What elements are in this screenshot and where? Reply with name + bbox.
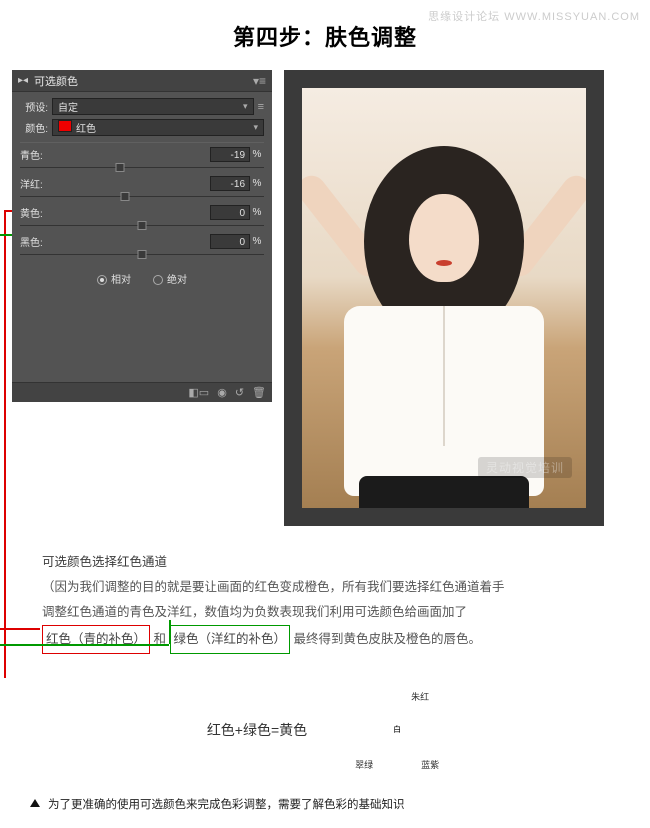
slider-row: 洋红: -16 %: [20, 176, 264, 202]
triangle-icon: [30, 799, 40, 807]
panel-footer: ◧▭ ◉ ↺ 🗑: [12, 382, 272, 402]
slider-thumb[interactable]: [138, 250, 147, 259]
radio-absolute[interactable]: 绝对: [153, 271, 187, 286]
footer-text: 为了更准确的使用可选颜色来完成色彩调整，需要了解色彩的基础知识: [48, 799, 405, 811]
panel-header: ▸◂ 可选颜色 ▾≡: [12, 70, 272, 92]
percent-label: %: [250, 149, 264, 160]
venn-label-white: 白: [393, 724, 401, 735]
photo-watermark: 灵动视觉培训: [478, 457, 572, 478]
trash-icon[interactable]: 🗑: [252, 386, 266, 399]
slider-value[interactable]: 0: [210, 234, 250, 249]
radio-relative-label: 相对: [111, 275, 131, 286]
top-watermark: 思缘设计论坛 WWW.MISSYUAN.COM: [428, 8, 640, 24]
rgb-venn-diagram: 朱红 翠绿 蓝紫 白: [357, 692, 443, 768]
slider-track[interactable]: [20, 162, 264, 173]
panel-body: 预设: 自定 ▾ ≡ 颜色: 红色 ▾ 青色: -19 %: [12, 92, 272, 298]
panel-menu-icon[interactable]: ▾≡: [253, 74, 266, 88]
color-equation: 红色+绿色=黄色: [207, 720, 307, 740]
preset-select[interactable]: 自定 ▾: [52, 98, 254, 115]
preset-label: 预设:: [20, 99, 48, 114]
red-complement-box: 红色（青的补色）: [42, 625, 150, 654]
radio-relative[interactable]: 相对: [97, 271, 131, 286]
color-select[interactable]: 红色 ▾: [52, 119, 264, 136]
footer-note: 为了更准确的使用可选颜色来完成色彩调整，需要了解色彩的基础知识: [0, 790, 650, 828]
desc-tail: 最终得到黄色皮肤及橙色的唇色。: [294, 632, 482, 646]
color-value: 红色: [76, 124, 96, 135]
slider-label: 黑色:: [20, 234, 210, 249]
venn-label-green: 翠绿: [355, 758, 373, 771]
desc-line-3: 调整红色通道的青色及洋红，数值均为负数表现我们利用可选颜色给画面加了: [42, 600, 608, 625]
chevron-down-icon: ▾: [243, 101, 248, 112]
photo-frame: 灵动视觉培训: [284, 70, 604, 526]
slider-track[interactable]: [20, 220, 264, 231]
slider-thumb[interactable]: [138, 221, 147, 230]
slider-label: 青色:: [20, 147, 210, 162]
preset-menu-icon[interactable]: ≡: [258, 101, 264, 113]
venn-label-red: 朱红: [411, 690, 429, 703]
slider-value[interactable]: 0: [210, 205, 250, 220]
desc-line-4: 红色（青的补色） 和 绿色（洋红的补色） 最终得到黄色皮肤及橙色的唇色。: [42, 625, 608, 654]
radio-absolute-label: 绝对: [167, 275, 187, 286]
slider-label: 洋红:: [20, 176, 210, 191]
percent-label: %: [250, 178, 264, 189]
desc-line-1: 可选颜色选择红色通道: [42, 550, 608, 575]
slider-row: 青色: -19 %: [20, 147, 264, 173]
result-photo: 灵动视觉培训: [302, 88, 586, 508]
equation-row: 红色+绿色=黄色 朱红 翠绿 蓝紫 白: [0, 664, 650, 790]
visibility-icon[interactable]: ◉: [217, 386, 227, 399]
venn-label-blue: 蓝紫: [421, 758, 439, 771]
slider-row: 黑色: 0 %: [20, 234, 264, 260]
slider-track[interactable]: [20, 249, 264, 260]
slider-thumb[interactable]: [120, 192, 129, 201]
slider-value[interactable]: -16: [210, 176, 250, 191]
green-complement-box: 绿色（洋红的补色）: [170, 625, 291, 654]
collapse-icon[interactable]: ▸◂: [18, 75, 28, 86]
selective-color-panel: ▸◂ 可选颜色 ▾≡ 预设: 自定 ▾ ≡ 颜色: 红色 ▾: [12, 70, 272, 402]
slider-row: 黄色: 0 %: [20, 205, 264, 231]
slider-label: 黄色:: [20, 205, 210, 220]
color-label: 颜色:: [20, 120, 48, 135]
color-swatch-red: [58, 120, 72, 132]
preset-value: 自定: [58, 99, 78, 114]
chevron-down-icon: ▾: [253, 122, 258, 133]
clip-icon[interactable]: ◧▭: [188, 386, 209, 399]
slider-thumb[interactable]: [116, 163, 125, 172]
panel-tab[interactable]: 可选颜色: [34, 73, 78, 89]
slider-value[interactable]: -19: [210, 147, 250, 162]
percent-label: %: [250, 236, 264, 247]
percent-label: %: [250, 207, 264, 218]
reset-icon[interactable]: ↺: [235, 386, 244, 399]
desc-line-2: （因为我们调整的目的就是要让画面的红色变成橙色，所有我们要选择红色通道着手: [42, 575, 608, 600]
description: 可选颜色选择红色通道 （因为我们调整的目的就是要让画面的红色变成橙色，所有我们要…: [0, 526, 650, 664]
slider-track[interactable]: [20, 191, 264, 202]
